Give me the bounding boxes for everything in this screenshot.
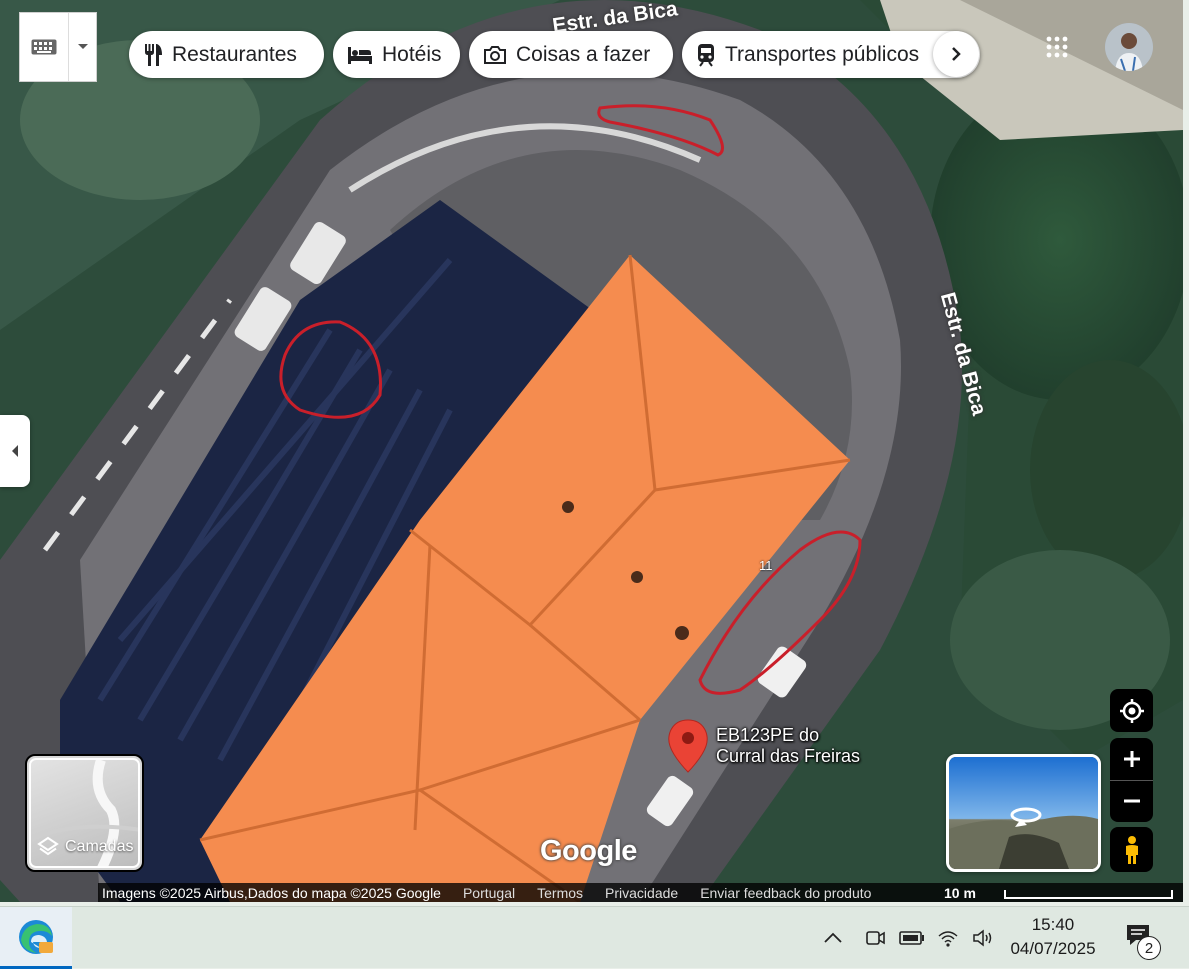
layers-label-wrap: Camadas [37, 836, 133, 858]
avatar[interactable] [1105, 23, 1153, 71]
chip-label: Restaurantes [172, 42, 297, 66]
system-tray [820, 907, 1002, 969]
pegman-icon [1125, 835, 1138, 864]
taskbar: 15:40 04/07/2025 2 [0, 906, 1189, 969]
speaker-icon [973, 929, 992, 947]
chip-label: Transportes públicos [725, 42, 920, 66]
chips-next-button[interactable] [933, 31, 979, 77]
zoom-controls [1110, 738, 1153, 822]
attribution-bar: Imagens ©2025 Airbus,Dados do mapa ©2025… [98, 883, 1183, 902]
edge-browser-icon [19, 919, 53, 954]
pin-label-line1: EB123PE do [716, 725, 820, 745]
building-number: 11 [759, 558, 773, 573]
google-logo: Google [540, 835, 637, 867]
clock-date: 04/07/2025 [1010, 939, 1096, 958]
camera-tray-icon [866, 931, 885, 945]
layers-label: Camadas [65, 838, 134, 855]
link-portugal[interactable]: Portugal [463, 885, 515, 901]
chevron-left-icon [12, 445, 18, 457]
link-termos[interactable]: Termos [537, 885, 583, 901]
camera-icon [484, 45, 506, 64]
scale-bar[interactable]: 10 m [944, 883, 1173, 902]
wifi-icon [938, 931, 958, 947]
plus-icon [1123, 750, 1140, 767]
zoom-out-button[interactable] [1110, 781, 1153, 823]
street-view-image [949, 757, 1098, 869]
taskbar-edge-app[interactable] [0, 907, 72, 969]
link-feedback[interactable]: Enviar feedback do produto [700, 885, 871, 901]
input-tools-selector[interactable] [19, 12, 97, 82]
chevron-down-icon[interactable] [69, 13, 96, 81]
minus-icon [1123, 799, 1140, 803]
imagery-credit: Imagens ©2025 Airbus,Dados do mapa ©2025… [102, 884, 441, 901]
show-hidden-icons-button[interactable] [820, 932, 846, 944]
chevron-up-icon [824, 932, 842, 943]
apps-grid-icon [1046, 36, 1068, 58]
wifi-button[interactable] [930, 928, 966, 948]
apps-button[interactable] [1040, 30, 1074, 64]
link-privacidade[interactable]: Privacidade [605, 885, 678, 901]
bed-icon [348, 46, 372, 64]
battery-button[interactable] [894, 931, 930, 945]
layers-icon [37, 836, 59, 856]
meet-now-button[interactable] [856, 928, 894, 948]
my-location-icon [1119, 698, 1144, 723]
notification-count-badge: 2 [1137, 936, 1161, 960]
street-view-thumbnail[interactable] [946, 754, 1101, 872]
keyboard-icon[interactable] [20, 13, 69, 81]
collapse-side-panel-button[interactable] [0, 415, 30, 487]
chip-label: Hotéis [382, 42, 442, 66]
scale-label: 10 m [944, 884, 976, 901]
chevron-right-icon [952, 47, 961, 61]
chip-coisas-a-fazer[interactable]: Coisas a fazer [469, 31, 673, 78]
pin-label-line2: Curral das Freiras [716, 746, 861, 766]
avatar-photo [1105, 23, 1153, 71]
chip-label: Coisas a fazer [516, 42, 651, 66]
clock-time: 15:40 [1031, 915, 1075, 934]
chip-restaurantes[interactable]: Restaurantes [129, 31, 324, 78]
train-icon [698, 43, 714, 67]
notifications-button[interactable]: 2 [1124, 921, 1164, 961]
pin-label[interactable]: EB123PE do Curral das Freiras [716, 725, 860, 767]
chip-hoteis[interactable]: Hotéis [333, 31, 460, 78]
volume-button[interactable] [966, 928, 1002, 948]
fork-knife-icon [145, 43, 162, 66]
pegman-button[interactable] [1110, 827, 1153, 872]
layers-button[interactable]: Camadas [25, 754, 144, 872]
scale-bar-line [1003, 890, 1173, 899]
zoom-in-button[interactable] [1110, 738, 1153, 781]
clock[interactable]: 15:40 04/07/2025 [1003, 913, 1103, 961]
battery-icon [899, 931, 924, 945]
my-location-button[interactable] [1110, 689, 1153, 732]
